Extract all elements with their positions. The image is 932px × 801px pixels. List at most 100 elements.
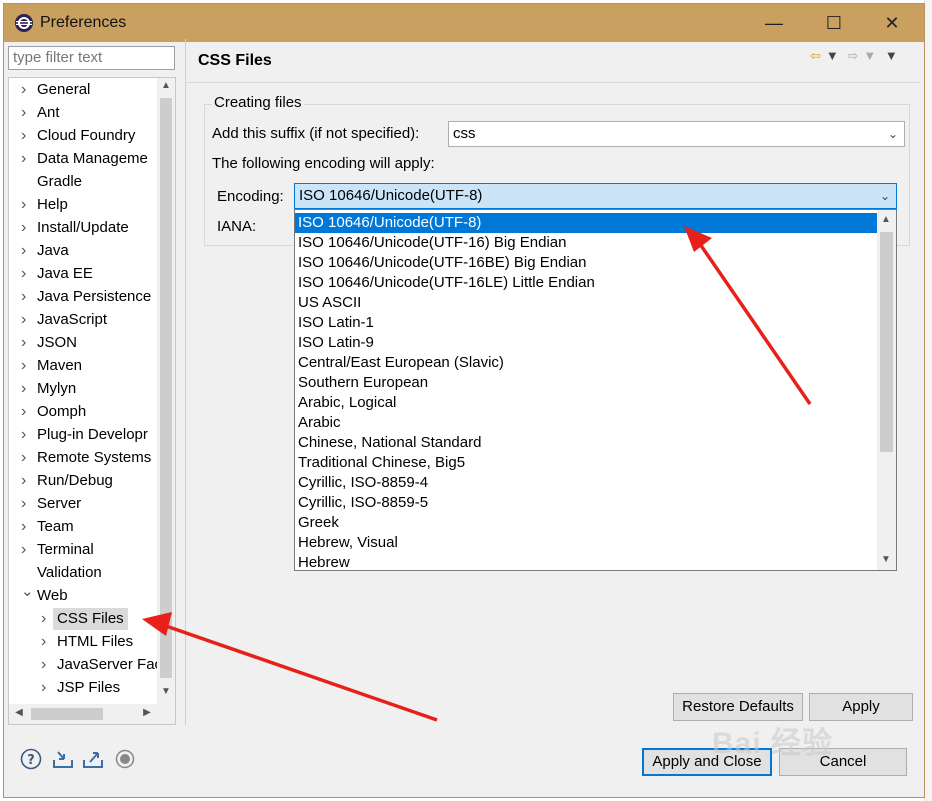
dropdown-option[interactable]: ISO 10646/Unicode(UTF-16LE) Little Endia… bbox=[295, 273, 877, 293]
tree-item[interactable]: › Team bbox=[9, 516, 169, 538]
chevron-right-icon[interactable]: › bbox=[21, 309, 31, 331]
tree-item[interactable]: ⌄ Web bbox=[9, 583, 169, 607]
chevron-right-icon[interactable]: › bbox=[21, 539, 31, 561]
chevron-right-icon[interactable]: › bbox=[21, 516, 31, 538]
tree-item[interactable]: › JavaScript bbox=[9, 309, 169, 331]
minimize-button[interactable]: — bbox=[762, 12, 786, 34]
chevron-right-icon[interactable]: › bbox=[21, 493, 31, 515]
chevron-right-icon[interactable]: › bbox=[41, 654, 51, 676]
tree-item[interactable]: › Plug-in Developr bbox=[9, 424, 169, 446]
record-icon[interactable] bbox=[114, 748, 136, 770]
tree-item[interactable]: › Maven bbox=[9, 355, 169, 377]
maximize-button[interactable]: ☐ bbox=[822, 12, 846, 34]
back-icon[interactable]: ⇦ bbox=[810, 48, 821, 63]
chevron-right-icon[interactable]: › bbox=[21, 148, 31, 170]
tree-item[interactable]: › Java bbox=[9, 240, 169, 262]
back-menu-icon[interactable]: ▼ bbox=[826, 48, 839, 63]
dropdown-option[interactable]: Cyrillic, ISO-8859-4 bbox=[295, 473, 877, 493]
chevron-right-icon[interactable]: › bbox=[41, 677, 51, 699]
dropdown-option[interactable]: Greek bbox=[295, 513, 877, 533]
dropdown-option[interactable]: ISO 10646/Unicode(UTF-16BE) Big Endian bbox=[295, 253, 877, 273]
chevron-right-icon[interactable]: › bbox=[21, 217, 31, 239]
help-icon[interactable]: ? bbox=[20, 748, 42, 770]
apply-button[interactable]: Apply bbox=[809, 693, 913, 721]
chevron-right-icon[interactable]: › bbox=[21, 401, 31, 423]
restore-defaults-button[interactable]: Restore Defaults bbox=[673, 693, 803, 721]
chevron-right-icon[interactable]: › bbox=[21, 447, 31, 469]
chevron-right-icon[interactable]: › bbox=[21, 194, 31, 216]
scroll-down-icon[interactable]: ▼ bbox=[878, 554, 894, 565]
dropdown-scrollbar[interactable]: ▲ ▼ bbox=[877, 210, 896, 570]
preference-tree[interactable]: › General › Ant › Cloud Foundry › Data Manageme… bbox=[8, 77, 176, 725]
chevron-right-icon[interactable]: › bbox=[41, 631, 51, 653]
chevron-right-icon[interactable]: › bbox=[21, 240, 31, 262]
tree-item[interactable]: › Server bbox=[9, 493, 169, 515]
tree-item[interactable]: › Data Manageme bbox=[9, 148, 169, 170]
tree-item[interactable]: › JSP Files bbox=[9, 677, 169, 699]
tree-item[interactable]: › Install/Update bbox=[9, 217, 169, 239]
tree-item[interactable]: › Remote Systems bbox=[9, 447, 169, 469]
tree-item[interactable]: › JavaServer Fac bbox=[9, 654, 169, 676]
dropdown-option[interactable]: ISO Latin-9 bbox=[295, 333, 877, 353]
scrollbar-thumb[interactable] bbox=[160, 98, 172, 678]
chevron-right-icon[interactable]: › bbox=[21, 424, 31, 446]
dropdown-option[interactable]: Central/East European (Slavic) bbox=[295, 353, 877, 373]
dropdown-option[interactable]: Traditional Chinese, Big5 bbox=[295, 453, 877, 473]
chevron-right-icon[interactable]: › bbox=[21, 125, 31, 147]
scroll-down-icon[interactable]: ▼ bbox=[158, 686, 174, 697]
chevron-right-icon[interactable]: › bbox=[41, 608, 51, 630]
tree-horizontal-scrollbar[interactable]: ◀ ▶ bbox=[9, 704, 175, 724]
encoding-dropdown-list[interactable]: ISO 10646/Unicode(UTF-8) ISO 10646/Unicod… bbox=[294, 209, 897, 571]
filter-input[interactable]: type filter text bbox=[8, 46, 175, 70]
tree-item[interactable]: Gradle bbox=[9, 171, 169, 193]
dropdown-option[interactable]: Hebrew bbox=[295, 553, 877, 570]
scroll-up-icon[interactable]: ▲ bbox=[158, 80, 174, 91]
tree-item[interactable]: Validation bbox=[9, 562, 169, 584]
tree-item[interactable]: › Help bbox=[9, 194, 169, 216]
forward-icon[interactable]: ⇨ bbox=[847, 48, 858, 63]
dropdown-option[interactable]: ISO Latin-1 bbox=[295, 313, 877, 333]
chevron-down-icon[interactable]: ⌄ bbox=[21, 581, 34, 603]
pane-divider[interactable] bbox=[185, 39, 186, 725]
import-icon[interactable] bbox=[52, 748, 74, 770]
dropdown-option[interactable]: Cyrillic, ISO-8859-5 bbox=[295, 493, 877, 513]
chevron-right-icon[interactable]: › bbox=[21, 79, 31, 101]
tree-item[interactable]: › Java Persistence bbox=[9, 286, 169, 308]
tree-item[interactable]: › Java EE bbox=[9, 263, 169, 285]
dropdown-option[interactable]: Arabic bbox=[295, 413, 877, 433]
chevron-right-icon[interactable]: › bbox=[21, 102, 31, 124]
suffix-combo[interactable]: css ⌄ bbox=[448, 121, 905, 147]
export-icon[interactable] bbox=[82, 748, 104, 770]
forward-menu-icon[interactable]: ▼ bbox=[863, 48, 876, 63]
tree-item[interactable]: › Mylyn bbox=[9, 378, 169, 400]
scrollbar-thumb[interactable] bbox=[31, 708, 103, 720]
tree-item[interactable]: › CSS Files bbox=[9, 608, 169, 630]
tree-item[interactable]: › Cloud Foundry bbox=[9, 125, 169, 147]
chevron-right-icon[interactable]: › bbox=[21, 355, 31, 377]
tree-vertical-scrollbar[interactable]: ▲ ▼ bbox=[157, 78, 175, 705]
encoding-combo[interactable]: ISO 10646/Unicode(UTF-8) ⌄ bbox=[294, 183, 897, 209]
chevron-down-icon[interactable]: ⌄ bbox=[888, 122, 898, 146]
view-menu-icon[interactable]: ▼ bbox=[885, 48, 898, 63]
chevron-right-icon[interactable]: › bbox=[21, 470, 31, 492]
scroll-up-icon[interactable]: ▲ bbox=[878, 214, 894, 225]
chevron-down-icon[interactable]: ⌄ bbox=[880, 184, 890, 208]
tree-item[interactable]: › Ant bbox=[9, 102, 169, 124]
title-bar[interactable]: Preferences — ☐ ✕ bbox=[4, 4, 924, 42]
chevron-right-icon[interactable]: › bbox=[21, 263, 31, 285]
dropdown-option[interactable]: ISO 10646/Unicode(UTF-8) bbox=[295, 213, 877, 233]
chevron-right-icon[interactable]: › bbox=[21, 286, 31, 308]
scrollbar-thumb[interactable] bbox=[880, 232, 893, 452]
dropdown-option[interactable]: Arabic, Logical bbox=[295, 393, 877, 413]
chevron-right-icon[interactable]: › bbox=[21, 378, 31, 400]
scroll-right-icon[interactable]: ▶ bbox=[139, 707, 155, 718]
tree-item[interactable]: › Oomph bbox=[9, 401, 169, 423]
close-button[interactable]: ✕ bbox=[880, 12, 904, 34]
chevron-right-icon[interactable]: › bbox=[21, 332, 31, 354]
tree-item[interactable]: › Terminal bbox=[9, 539, 169, 561]
dropdown-option[interactable]: Southern European bbox=[295, 373, 877, 393]
tree-item[interactable]: › HTML Files bbox=[9, 631, 169, 653]
tree-item[interactable]: › Run/Debug bbox=[9, 470, 169, 492]
tree-item[interactable]: › JSON bbox=[9, 332, 169, 354]
tree-item[interactable]: › General bbox=[9, 79, 169, 101]
